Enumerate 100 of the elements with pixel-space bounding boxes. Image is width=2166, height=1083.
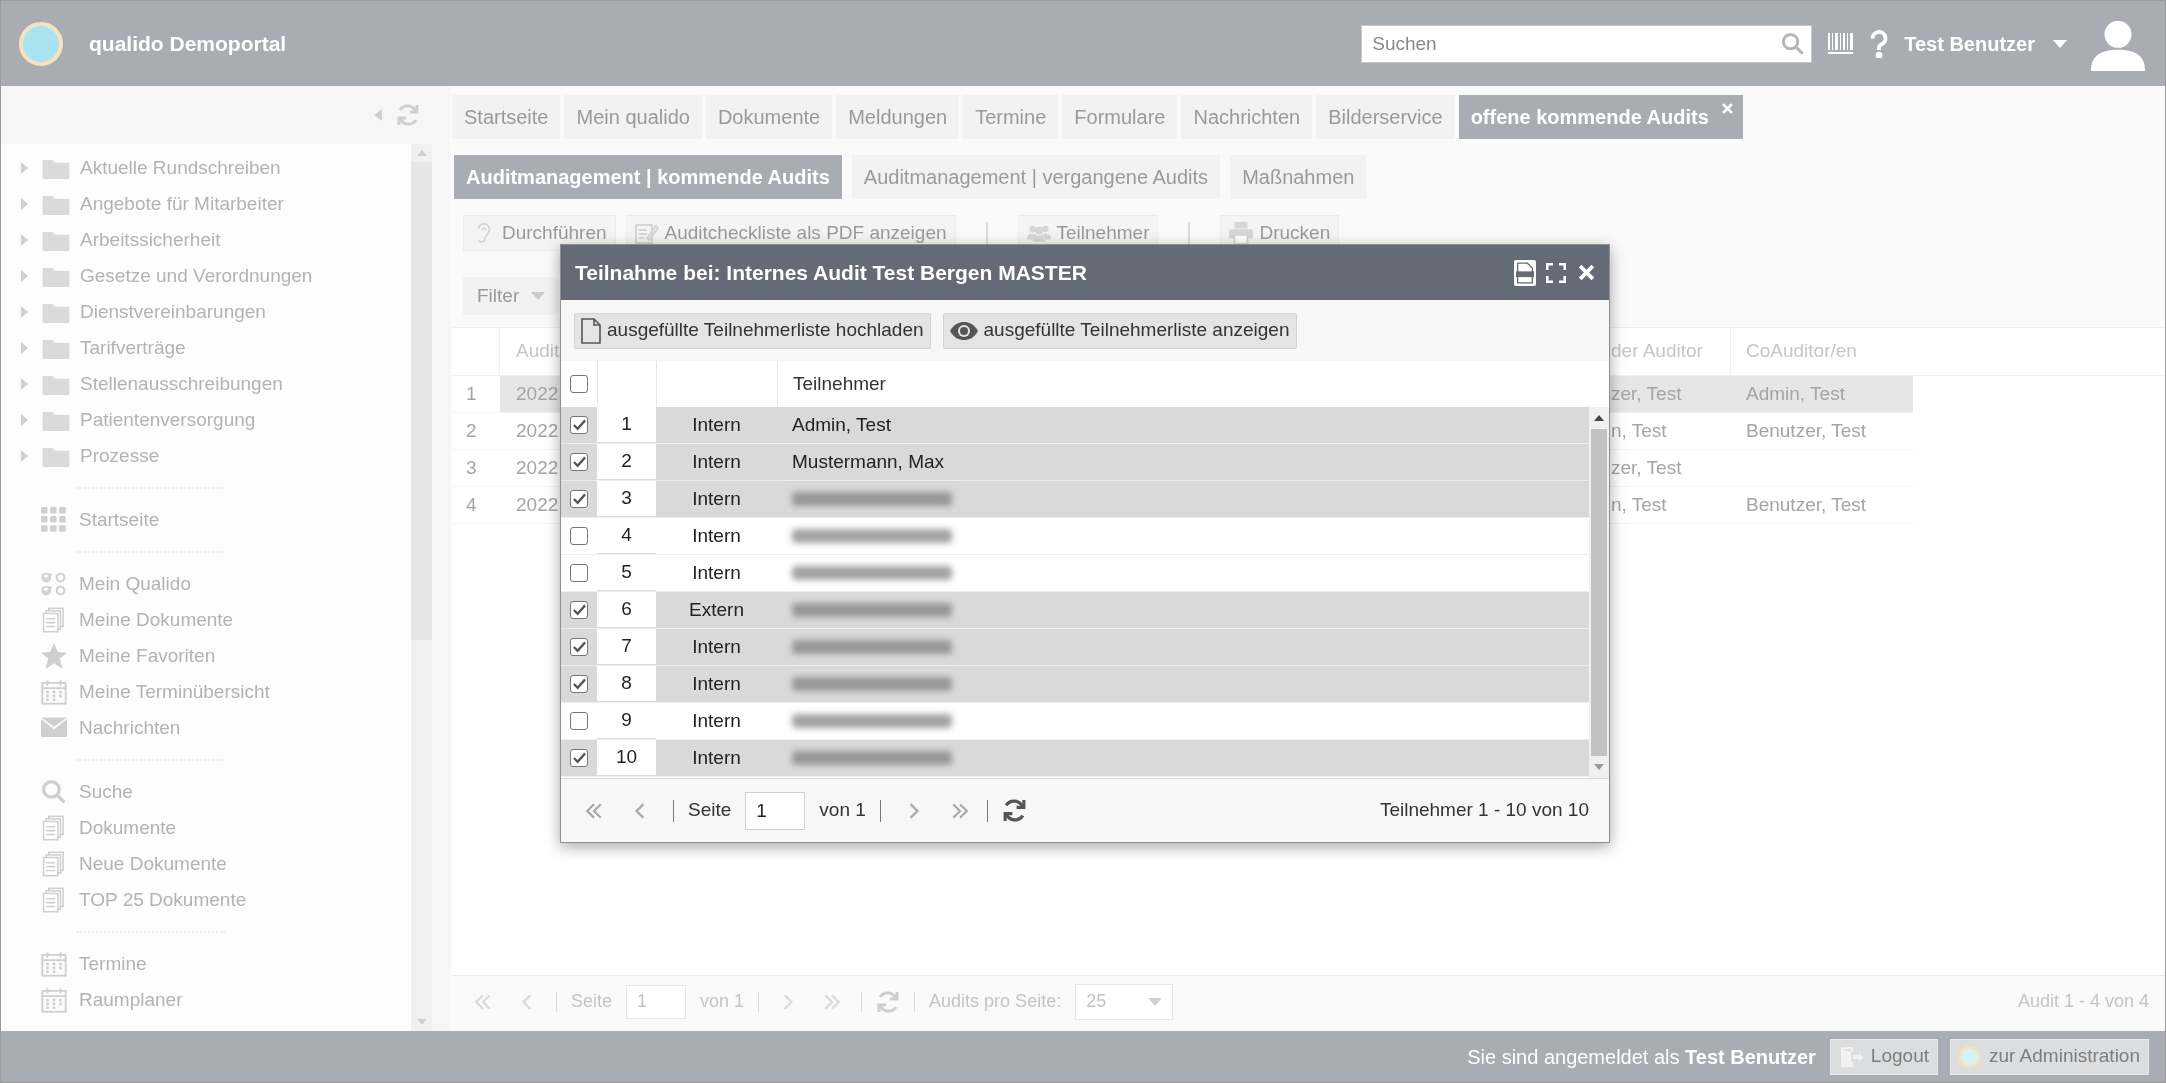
sidebar-item[interactable]: Neue Dokumente bbox=[1, 846, 411, 882]
sidebar-item[interactable]: Meine Terminübersicht bbox=[1, 674, 411, 710]
column-header: Audit bbox=[515, 339, 561, 364]
checkbox[interactable] bbox=[570, 638, 588, 656]
tab[interactable]: offene kommende Audits bbox=[1458, 95, 1743, 139]
expand-icon[interactable] bbox=[21, 342, 28, 354]
tab[interactable]: Startseite bbox=[452, 95, 561, 139]
expand-icon[interactable] bbox=[21, 198, 28, 210]
tree-item[interactable]: Tarifverträge bbox=[1, 330, 411, 366]
sidebar-item[interactable]: Termine bbox=[1, 946, 411, 982]
checkbox[interactable] bbox=[570, 675, 588, 693]
table-row[interactable]: 2 Intern Mustermann, Max bbox=[561, 444, 1589, 481]
expand-icon[interactable] bbox=[21, 306, 28, 318]
help-icon[interactable] bbox=[1870, 29, 1889, 58]
scrollbar-thumb[interactable] bbox=[1591, 429, 1607, 756]
tree-item[interactable]: Dienstvereinbarungen bbox=[1, 294, 411, 330]
tab[interactable]: Formulare bbox=[1062, 95, 1178, 139]
next-page-icon[interactable] bbox=[908, 802, 919, 819]
per-page-dropdown[interactable]: 25 bbox=[1075, 983, 1174, 1020]
toolbar-button[interactable]: Durchführen bbox=[463, 215, 616, 251]
refresh-icon[interactable] bbox=[1001, 798, 1027, 823]
tree-item[interactable]: Arbeitssicherheit bbox=[1, 222, 411, 258]
table-row[interactable]: 3 Intern bbox=[561, 481, 1589, 518]
folder-icon bbox=[42, 265, 70, 287]
previous-page-icon[interactable] bbox=[522, 993, 532, 1010]
folder-icon bbox=[42, 193, 70, 215]
table-cell-text: Intern bbox=[691, 523, 742, 548]
sidebar-item[interactable]: Meine Dokumente bbox=[1, 602, 411, 638]
user-menu[interactable]: Test Benutzer bbox=[1904, 28, 2067, 59]
scroll-down-icon[interactable] bbox=[416, 1019, 427, 1025]
checkbox[interactable] bbox=[570, 375, 588, 393]
tab[interactable]: Auditmanagement | kommende Audits bbox=[454, 155, 842, 199]
previous-page-icon[interactable] bbox=[635, 802, 645, 819]
scrollbar[interactable] bbox=[1589, 407, 1609, 778]
tab[interactable]: Meldungen bbox=[836, 95, 960, 139]
scroll-up-icon[interactable] bbox=[1594, 415, 1604, 421]
checkbox[interactable] bbox=[570, 416, 588, 434]
excel-export-icon[interactable] bbox=[1514, 259, 1536, 286]
table-row[interactable]: 6 Extern bbox=[561, 592, 1589, 629]
tree-item[interactable]: Patientenversorgung bbox=[1, 402, 411, 438]
checkbox[interactable] bbox=[570, 564, 588, 582]
tab[interactable]: Bilderservice bbox=[1316, 95, 1455, 139]
expand-icon[interactable] bbox=[21, 270, 28, 282]
sidebar-item[interactable]: Suche bbox=[1, 774, 411, 810]
expand-icon[interactable] bbox=[21, 450, 28, 462]
tab[interactable]: Nachrichten bbox=[1181, 95, 1313, 139]
checkbox[interactable] bbox=[570, 712, 588, 730]
fullscreen-icon[interactable] bbox=[1546, 262, 1566, 283]
next-page-icon[interactable] bbox=[783, 993, 794, 1010]
tab[interactable]: Maßnahmen bbox=[1230, 155, 1367, 199]
check-icon bbox=[572, 493, 586, 505]
calendar-icon bbox=[41, 987, 67, 1013]
sidebar-item[interactable]: TOP 25 Dokumente bbox=[1, 882, 411, 918]
tree-item[interactable]: Aktuelle Rundschreiben bbox=[1, 150, 411, 186]
checkbox[interactable] bbox=[570, 527, 588, 545]
dialog-button[interactable]: ausgefüllte Teilnehmerliste hochladen bbox=[574, 312, 931, 349]
expand-icon[interactable] bbox=[21, 162, 28, 174]
close-icon[interactable] bbox=[1578, 264, 1595, 281]
edit-icon bbox=[634, 221, 659, 245]
search-icon[interactable] bbox=[1781, 31, 1806, 56]
first-page-icon[interactable] bbox=[474, 993, 492, 1010]
close-icon[interactable] bbox=[1721, 103, 1733, 114]
expand-icon[interactable] bbox=[21, 414, 28, 426]
page-field[interactable]: 1 bbox=[745, 791, 806, 830]
sidebar-item[interactable]: Nachrichten bbox=[1, 710, 411, 746]
caret-icon bbox=[1148, 997, 1163, 1006]
page-field[interactable]: 1 bbox=[626, 984, 687, 1019]
filter-dropdown[interactable]: Filter bbox=[463, 277, 560, 315]
checkbox[interactable] bbox=[570, 490, 588, 508]
last-page-icon[interactable] bbox=[950, 802, 969, 819]
checkbox[interactable] bbox=[570, 601, 588, 619]
first-page-icon[interactable] bbox=[585, 802, 603, 819]
last-page-icon[interactable] bbox=[823, 993, 842, 1010]
scrollbar[interactable] bbox=[411, 144, 432, 1031]
expand-icon[interactable] bbox=[21, 378, 28, 390]
table-row[interactable]: 8 Intern bbox=[561, 666, 1589, 703]
sidebar-item[interactable]: Startseite bbox=[1, 502, 411, 538]
table-row[interactable]: 7 Intern bbox=[561, 629, 1589, 666]
collapse-icon[interactable] bbox=[374, 109, 382, 121]
tree-item[interactable]: Prozesse bbox=[1, 438, 411, 474]
expand-icon[interactable] bbox=[21, 234, 28, 246]
tab[interactable]: Auditmanagement | vergangene Audits bbox=[851, 155, 1221, 199]
checkbox[interactable] bbox=[570, 453, 588, 471]
tree-item[interactable]: Angebote für Mitarbeiter bbox=[1, 186, 411, 222]
sidebar-item[interactable]: Meine Favoriten bbox=[1, 638, 411, 674]
tree-item[interactable]: Gesetze und Verordnungen bbox=[1, 258, 411, 294]
footer-button[interactable]: zur Administration bbox=[1950, 1038, 2149, 1075]
tab[interactable]: Termine bbox=[963, 95, 1059, 139]
tree-item[interactable]: Stellenausschreibungen bbox=[1, 366, 411, 402]
sidebar-item[interactable]: Raumplaner bbox=[1, 982, 411, 1018]
tab[interactable]: Mein qualido bbox=[564, 95, 702, 139]
footer-button[interactable]: Logout bbox=[1829, 1038, 1938, 1075]
checkbox[interactable] bbox=[570, 749, 588, 767]
tab[interactable]: Dokumente bbox=[705, 95, 833, 139]
sidebar-item[interactable]: Dokumente bbox=[1, 810, 411, 846]
table-row[interactable]: 1 Intern Admin, Test bbox=[561, 407, 1589, 444]
sidebar-item[interactable]: Mein Qualido bbox=[1, 566, 411, 602]
dialog-button[interactable]: ausgefüllte Teilnehmerliste anzeigen bbox=[942, 312, 1297, 349]
scroll-down-icon[interactable] bbox=[1594, 764, 1604, 770]
table-row[interactable]: 10 Intern bbox=[561, 740, 1589, 777]
